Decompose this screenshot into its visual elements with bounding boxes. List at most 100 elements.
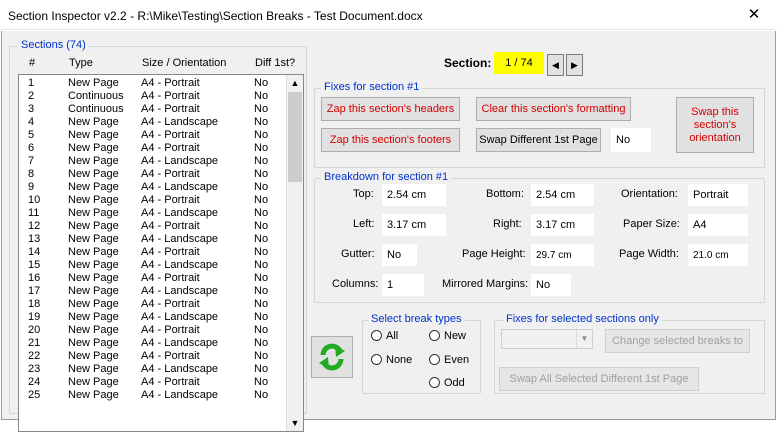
next-section-button[interactable]: ▶ bbox=[566, 54, 583, 76]
list-item[interactable]: 1 New Page A4 - Portrait No bbox=[19, 77, 287, 90]
scroll-up-icon[interactable]: ▲ bbox=[287, 75, 303, 91]
list-item[interactable]: 24 New Page A4 - Portrait No bbox=[19, 376, 287, 389]
row-number: 10 bbox=[28, 194, 41, 206]
diff-first-value: No bbox=[611, 128, 651, 152]
list-item[interactable]: 4 New Page A4 - Landscape No bbox=[19, 116, 287, 129]
change-selected-breaks-button[interactable]: Change selected breaks to bbox=[605, 329, 750, 353]
row-diff-first: No bbox=[254, 363, 269, 375]
close-icon[interactable]: ✕ bbox=[731, 0, 777, 30]
column-header-size-orientation: Size / Orientation bbox=[142, 57, 227, 69]
list-item[interactable]: 8 New Page A4 - Portrait No bbox=[19, 168, 287, 181]
row-diff-first: No bbox=[254, 194, 269, 206]
sections-listbox[interactable]: 1 New Page A4 - Portrait No 2 Continuous A4 - … bbox=[18, 74, 304, 432]
page-height-value: 29.7 cm bbox=[531, 244, 594, 266]
swap-all-diff-first-button[interactable]: Swap All Selected Different 1st Page bbox=[499, 367, 699, 391]
zap-footers-button[interactable]: Zap this section's footers bbox=[321, 128, 460, 152]
row-number: 9 bbox=[28, 181, 35, 193]
row-diff-first: No bbox=[254, 376, 269, 388]
top-value: 2.54 cm bbox=[382, 184, 446, 206]
row-type: New Page bbox=[68, 207, 119, 219]
list-item[interactable]: 17 New Page A4 - Landscape No bbox=[19, 285, 287, 298]
radio-none[interactable]: None bbox=[371, 354, 412, 366]
row-number: 21 bbox=[28, 337, 41, 349]
clear-formatting-button[interactable]: Clear this section's formatting bbox=[476, 97, 631, 121]
row-size-orientation: A4 - Portrait bbox=[141, 298, 200, 310]
row-type: New Page bbox=[68, 116, 119, 128]
row-diff-first: No bbox=[254, 77, 269, 89]
columns-label: Columns: bbox=[332, 278, 379, 290]
list-item[interactable]: 10 New Page A4 - Portrait No bbox=[19, 194, 287, 207]
row-number: 18 bbox=[28, 298, 41, 310]
list-item[interactable]: 6 New Page A4 - Portrait No bbox=[19, 142, 287, 155]
list-item[interactable]: 9 New Page A4 - Landscape No bbox=[19, 181, 287, 194]
row-size-orientation: A4 - Landscape bbox=[141, 233, 219, 245]
list-item[interactable]: 13 New Page A4 - Landscape No bbox=[19, 233, 287, 246]
list-item[interactable]: 18 New Page A4 - Portrait No bbox=[19, 298, 287, 311]
left-label: Left: bbox=[353, 218, 375, 230]
scroll-down-icon[interactable]: ▼ bbox=[287, 415, 303, 431]
bottom-value: 2.54 cm bbox=[531, 184, 594, 206]
row-type: New Page bbox=[68, 246, 119, 258]
row-diff-first: No bbox=[254, 103, 269, 115]
list-item[interactable]: 5 New Page A4 - Portrait No bbox=[19, 129, 287, 142]
radio-even[interactable]: Even bbox=[429, 354, 469, 366]
section-nav-value: 1 / 74 bbox=[494, 52, 544, 74]
list-item[interactable]: 19 New Page A4 - Landscape No bbox=[19, 311, 287, 324]
radio-new-label: New bbox=[444, 330, 467, 342]
row-size-orientation: A4 - Portrait bbox=[141, 103, 200, 115]
row-number: 6 bbox=[28, 142, 35, 154]
swap-diff-first-button[interactable]: Swap Different 1st Page bbox=[476, 128, 601, 152]
row-diff-first: No bbox=[254, 142, 269, 154]
list-item[interactable]: 14 New Page A4 - Portrait No bbox=[19, 246, 287, 259]
row-number: 3 bbox=[28, 103, 35, 115]
radio-odd[interactable]: Odd bbox=[429, 377, 465, 389]
list-item[interactable]: 21 New Page A4 - Landscape No bbox=[19, 337, 287, 350]
row-size-orientation: A4 - Landscape bbox=[141, 389, 219, 401]
column-header-type: Type bbox=[69, 57, 93, 69]
list-item[interactable]: 2 Continuous A4 - Portrait No bbox=[19, 90, 287, 103]
list-item[interactable]: 16 New Page A4 - Portrait No bbox=[19, 272, 287, 285]
refresh-button[interactable] bbox=[311, 336, 353, 378]
row-diff-first: No bbox=[254, 324, 269, 336]
vertical-scrollbar[interactable]: ▲ ▼ bbox=[286, 75, 303, 431]
radio-new[interactable]: New bbox=[429, 330, 466, 342]
gutter-value: No bbox=[382, 244, 417, 266]
list-item[interactable]: 25 New Page A4 - Landscape No bbox=[19, 389, 287, 402]
list-item[interactable]: 23 New Page A4 - Landscape No bbox=[19, 363, 287, 376]
row-number: 25 bbox=[28, 389, 41, 401]
row-size-orientation: A4 - Portrait bbox=[141, 168, 200, 180]
row-size-orientation: A4 - Landscape bbox=[141, 285, 219, 297]
row-number: 8 bbox=[28, 168, 35, 180]
break-type-dropdown[interactable]: ▼ bbox=[501, 329, 593, 349]
row-number: 5 bbox=[28, 129, 35, 141]
row-diff-first: No bbox=[254, 337, 269, 349]
row-size-orientation: A4 - Landscape bbox=[141, 155, 219, 167]
scroll-thumb[interactable] bbox=[288, 92, 302, 182]
top-label: Top: bbox=[353, 188, 374, 200]
list-item[interactable]: 3 Continuous A4 - Portrait No bbox=[19, 103, 287, 116]
row-diff-first: No bbox=[254, 350, 269, 362]
row-number: 7 bbox=[28, 155, 35, 167]
list-item[interactable]: 20 New Page A4 - Portrait No bbox=[19, 324, 287, 337]
row-type: New Page bbox=[68, 155, 119, 167]
row-size-orientation: A4 - Landscape bbox=[141, 363, 219, 375]
row-size-orientation: A4 - Landscape bbox=[141, 337, 219, 349]
zap-headers-button[interactable]: Zap this section's headers bbox=[321, 97, 460, 121]
row-number: 2 bbox=[28, 90, 35, 102]
swap-orientation-button[interactable]: Swap this section's orientation bbox=[676, 97, 754, 153]
previous-section-button[interactable]: ◀ bbox=[547, 54, 564, 76]
row-number: 22 bbox=[28, 350, 41, 362]
mirrored-margins-label: Mirrored Margins: bbox=[442, 278, 529, 290]
row-diff-first: No bbox=[254, 181, 269, 193]
list-item[interactable]: 22 New Page A4 - Portrait No bbox=[19, 350, 287, 363]
row-type: New Page bbox=[68, 77, 119, 89]
list-item[interactable]: 12 New Page A4 - Portrait No bbox=[19, 220, 287, 233]
list-item[interactable]: 11 New Page A4 - Landscape No bbox=[19, 207, 287, 220]
list-item[interactable]: 15 New Page A4 - Landscape No bbox=[19, 259, 287, 272]
list-item[interactable]: 7 New Page A4 - Landscape No bbox=[19, 155, 287, 168]
row-size-orientation: A4 - Landscape bbox=[141, 207, 219, 219]
selected-fixes-group-label: Fixes for selected sections only bbox=[503, 313, 662, 325]
radio-all-label: All bbox=[386, 330, 399, 342]
radio-all[interactable]: All bbox=[371, 330, 398, 342]
row-type: New Page bbox=[68, 337, 119, 349]
